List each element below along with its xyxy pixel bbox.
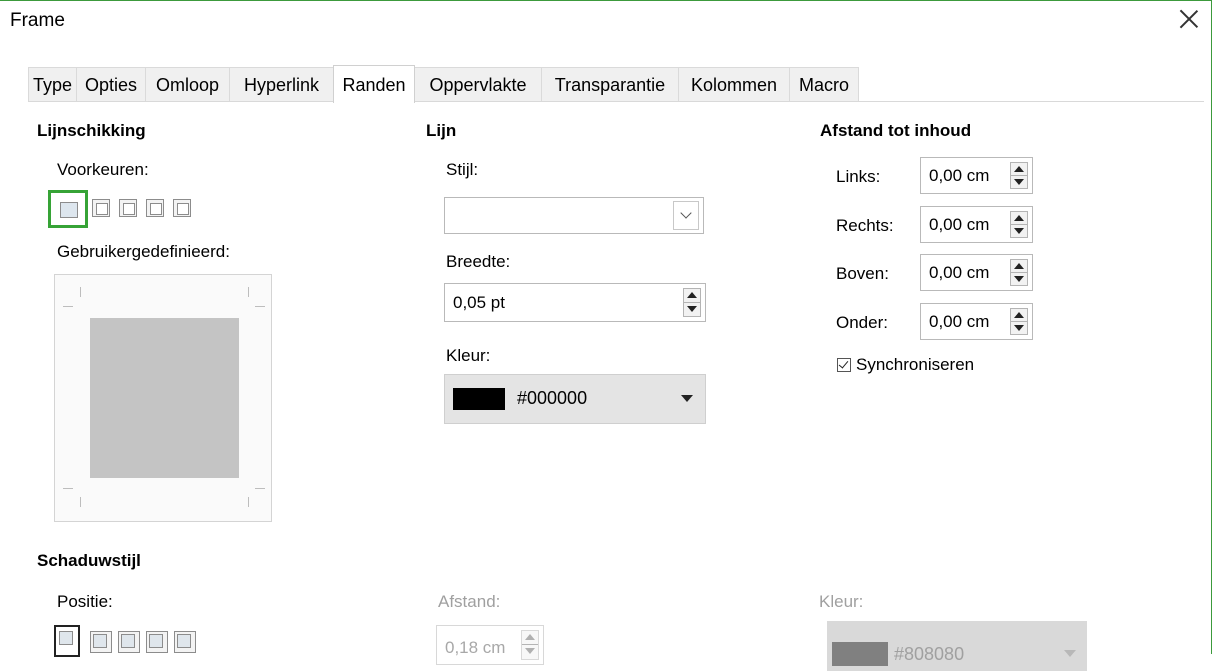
shadow-color-button[interactable]: #808080	[827, 621, 1087, 671]
border-presets	[48, 190, 218, 228]
dropdown-arrow-icon	[681, 395, 693, 402]
tab-omloop[interactable]: Omloop	[145, 67, 230, 102]
preset-outer-h-button[interactable]	[146, 199, 164, 217]
shadow-color-label: Kleur:	[819, 592, 864, 611]
window-title: Frame	[10, 10, 65, 31]
shadow-bottom-right-button[interactable]	[90, 631, 112, 653]
shadow-top-left-button[interactable]	[174, 631, 196, 653]
line-width-value: 0,05 pt	[453, 293, 505, 312]
preset-outer-button[interactable]	[92, 199, 110, 217]
padding-bottom-label: Onder:	[836, 313, 888, 332]
tab-randen[interactable]: Randen	[333, 65, 415, 103]
tab-kolommen[interactable]: Kolommen	[678, 67, 790, 102]
line-color-label: Kleur:	[446, 346, 491, 365]
shadow-heading: Schaduwstijl	[37, 551, 141, 570]
chevron-down-icon[interactable]	[673, 201, 699, 230]
padding-left-stepper[interactable]	[1010, 162, 1028, 189]
preset-none-button[interactable]	[48, 190, 88, 228]
line-arrangement-heading: Lijnschikking	[37, 121, 146, 140]
padding-right-value: 0,00 cm	[929, 215, 990, 234]
padding-left-spinbox[interactable]: 0,00 cm	[920, 157, 1033, 194]
padding-left-label: Links:	[836, 167, 881, 186]
padding-bottom-spinbox[interactable]: 0,00 cm	[920, 303, 1033, 340]
preset-outer-v-button[interactable]	[173, 199, 191, 217]
padding-top-label: Boven:	[836, 264, 889, 283]
presets-label: Voorkeuren:	[57, 160, 149, 179]
shadow-position-presets	[54, 625, 214, 661]
line-style-select[interactable]	[444, 197, 704, 234]
padding-bottom-value: 0,00 cm	[929, 312, 990, 331]
line-heading: Lijn	[426, 121, 457, 140]
tab-opties[interactable]: Opties	[76, 67, 146, 102]
tab-transparantie[interactable]: Transparantie	[541, 67, 679, 102]
user-defined-border-preview[interactable]	[54, 274, 272, 522]
width-label: Breedte:	[446, 252, 511, 271]
line-color-button[interactable]: #000000	[444, 374, 706, 424]
shadow-bottom-left-button[interactable]	[146, 631, 168, 653]
padding-top-value: 0,00 cm	[929, 263, 990, 282]
sync-checkbox[interactable]	[837, 358, 851, 372]
shadow-distance-label: Afstand:	[438, 592, 501, 611]
preset-outer-hv-button[interactable]	[119, 199, 137, 217]
style-label: Stijl:	[446, 160, 479, 179]
shadow-none-button[interactable]	[54, 625, 80, 657]
padding-right-stepper[interactable]	[1010, 211, 1028, 238]
padding-bottom-stepper[interactable]	[1010, 308, 1028, 335]
shadow-distance-value: 0,18 cm	[445, 638, 506, 657]
user-defined-label: Gebruikergedefinieerd:	[57, 242, 230, 261]
shadow-distance-spinbox[interactable]: 0,18 cm	[436, 625, 544, 665]
preview-page	[90, 318, 239, 478]
tab-macro[interactable]: Macro	[789, 67, 859, 102]
shadow-distance-stepper[interactable]	[521, 630, 539, 660]
padding-top-stepper[interactable]	[1010, 259, 1028, 286]
tab-hyperlink[interactable]: Hyperlink	[229, 67, 334, 102]
line-width-stepper[interactable]	[683, 288, 701, 317]
padding-left-value: 0,00 cm	[929, 166, 990, 185]
title-bar: Frame	[0, 1, 1212, 41]
padding-top-spinbox[interactable]: 0,00 cm	[920, 254, 1033, 291]
tab-divider	[28, 101, 1204, 102]
shadow-position-label: Positie:	[57, 592, 113, 611]
shadow-color-swatch	[832, 642, 888, 666]
close-icon[interactable]	[1172, 3, 1206, 37]
padding-right-label: Rechts:	[836, 216, 894, 235]
tab-bar: Type Opties Omloop Hyperlink Randen Oppe…	[28, 65, 868, 103]
shadow-top-right-button[interactable]	[118, 631, 140, 653]
frame-dialog: Frame Type Opties Omloop Hyperlink Rande…	[0, 0, 1212, 671]
shadow-color-value: #808080	[894, 644, 965, 664]
tab-oppervlakte[interactable]: Oppervlakte	[414, 67, 542, 102]
sync-label: Synchroniseren	[856, 355, 975, 374]
padding-heading: Afstand tot inhoud	[820, 121, 972, 140]
line-color-value: #000000	[517, 388, 588, 408]
tab-type[interactable]: Type	[28, 67, 77, 102]
padding-right-spinbox[interactable]: 0,00 cm	[920, 206, 1033, 243]
line-color-swatch	[453, 388, 505, 410]
line-width-spinbox[interactable]: 0,05 pt	[444, 283, 706, 322]
